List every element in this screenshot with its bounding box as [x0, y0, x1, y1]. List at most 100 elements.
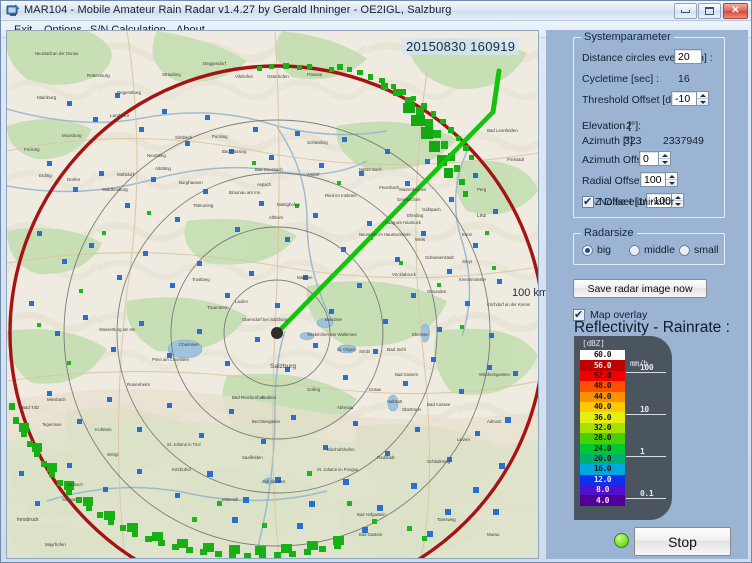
- spinner-up-icon[interactable]: [666, 173, 677, 180]
- map-place-label: Neumarkt im Hausruckkreis: [359, 232, 410, 237]
- radio-icon[interactable]: [679, 245, 690, 256]
- checkbox-icon[interactable]: [582, 196, 594, 208]
- legend-swatch: 12.0: [580, 475, 625, 485]
- legend-swatch-value: 36.0: [594, 414, 611, 422]
- map-place-label: Steyr: [462, 259, 473, 264]
- map-place-label: Landshut: [110, 113, 130, 118]
- radarsize-option-small-label: small: [694, 244, 719, 256]
- map-place-label: Altötting: [155, 166, 171, 171]
- window-title: MAR104 - Mobile Amateur Rain Radar v1.4.…: [24, 4, 451, 16]
- map-place-label: Tegernsee: [42, 422, 62, 427]
- map-place-label: Bad Tölz: [22, 405, 39, 410]
- radio-icon[interactable]: [582, 245, 593, 256]
- threshold-offset-spinner[interactable]: [697, 91, 709, 106]
- map-place-label: Simbach: [175, 135, 193, 140]
- map-place-label: Kitzbühel: [172, 467, 191, 472]
- legend-rainrate-tick-label: 10: [640, 405, 649, 414]
- legend-swatch-value: 4.0: [596, 497, 609, 505]
- legend-swatch-value: 24.0: [594, 445, 611, 453]
- map-place-label: Hallstatt: [387, 399, 403, 404]
- distance-circles-input[interactable]: 20: [674, 49, 702, 64]
- radial-offset-spinner[interactable]: [666, 172, 678, 187]
- map-place-label: Passau: [307, 72, 323, 77]
- map-place-label: Waldkraiburg: [102, 187, 128, 192]
- radarsize-option-small[interactable]: small: [679, 244, 719, 256]
- azimuth-offset-spinner[interactable]: [659, 151, 671, 166]
- map-place-label: Rottenburg: [87, 73, 110, 78]
- map-place-label: Gmunden: [427, 289, 447, 294]
- map-place-label: Kufstein: [95, 427, 112, 432]
- radar-map[interactable]: Neustadt an der DonauRottenburgMainburgL…: [7, 31, 538, 558]
- map-place-label: Waizenkirchen: [399, 187, 427, 192]
- title-bar: MAR104 - Mobile Amateur Rain Radar v1.4.…: [1, 1, 752, 21]
- radar-map-panel[interactable]: Neustadt an der DonauRottenburgMainburgL…: [6, 30, 539, 559]
- systemparameter-group: Systemparameter Distance circles every […: [573, 37, 725, 218]
- stop-button[interactable]: Stop: [634, 527, 731, 556]
- map-place-label: Strobl: [359, 349, 370, 354]
- map-place-label: St. Gilgen: [337, 347, 356, 352]
- spinner-down-icon[interactable]: [659, 159, 670, 165]
- app-icon: [6, 4, 20, 18]
- map-place-label: Radstadt: [377, 455, 395, 460]
- map-place-label: Neustadt an der Donau: [35, 51, 79, 56]
- legend-rainrate-tick-label: 100: [640, 363, 653, 372]
- radar-timestamp: 20150830 160919: [402, 38, 519, 55]
- azimuth-value: 323: [624, 135, 642, 147]
- noise-eliminator-checkbox[interactable]: Noise eliminator: [582, 196, 674, 208]
- map-place-label: Linz: [477, 213, 487, 219]
- map-place-label: Pocking: [212, 134, 228, 139]
- map-place-label: Burghausen: [179, 180, 203, 185]
- map-place-label: Andorf: [307, 172, 320, 177]
- map-place-label: Straubing: [162, 72, 181, 77]
- app-window: MAR104 - Mobile Amateur Rain Radar v1.4.…: [0, 0, 752, 563]
- radarsize-option-big[interactable]: big: [582, 244, 611, 256]
- close-button[interactable]: ✕: [723, 3, 748, 19]
- spinner-down-icon[interactable]: [697, 99, 708, 105]
- spinner-up-icon[interactable]: [659, 152, 670, 159]
- map-place-label: Hallein: [262, 395, 276, 400]
- map-place-label: Deggendorf: [203, 61, 227, 66]
- legend-swatch-value: 28.0: [594, 434, 611, 442]
- map-place-label: Wels: [415, 237, 426, 242]
- map-place-label: Neuötting: [147, 153, 166, 158]
- map-place-label: St. Johann in Tirol: [167, 442, 201, 447]
- radarsize-option-middle[interactable]: middle: [629, 244, 675, 256]
- save-radar-image-button[interactable]: Save radar image now: [573, 279, 707, 298]
- map-place-label: Freistadt: [507, 157, 525, 162]
- legend-swatch-value: 48.0: [594, 382, 611, 390]
- radarsize-group: Radarsize big middle small: [573, 233, 725, 265]
- map-place-label: Aspach: [257, 182, 272, 187]
- maximize-icon: [699, 4, 720, 18]
- spinner-up-icon[interactable]: [697, 92, 708, 99]
- map-place-label: Zell am See: [262, 479, 286, 484]
- legend-swatch-value: 44.0: [594, 393, 611, 401]
- azimuth-offset-input[interactable]: 0: [639, 151, 659, 166]
- legend-swatch-value: 56.0: [594, 362, 611, 370]
- spinner-down-icon[interactable]: [666, 180, 677, 186]
- radarsize-option-big-label: big: [597, 244, 611, 256]
- map-place-label: Innsbruck: [17, 517, 39, 523]
- reflectivity-legend: [dBZ] 60.056.052.048.044.040.036.032.028…: [574, 336, 672, 520]
- map-place-label: Ebensee: [412, 332, 429, 337]
- legend-swatch-value: 20.0: [594, 455, 611, 463]
- map-place-label: Bischofshofen: [327, 447, 355, 452]
- radial-offset-input[interactable]: 100: [640, 172, 666, 187]
- map-place-label: St. Johann im Pongau: [317, 467, 359, 472]
- map-place-label: Salzburg: [270, 363, 296, 370]
- minimize-button[interactable]: [674, 3, 697, 19]
- radio-icon[interactable]: [629, 245, 640, 256]
- map-place-label: Tittmoning: [193, 203, 214, 208]
- legend-swatch: 44.0: [580, 392, 625, 402]
- map-place-label: Jenbach: [67, 482, 84, 487]
- map-place-label: Regensburg: [117, 90, 141, 95]
- maximize-button[interactable]: [698, 3, 721, 19]
- threshold-offset-input[interactable]: -10: [671, 91, 697, 106]
- map-place-label: Schladming: [427, 459, 450, 464]
- map-place-label: Mattsee: [297, 275, 313, 280]
- legend-swatches: 60.056.052.048.044.040.036.032.028.024.0…: [580, 350, 625, 506]
- map-place-label: Osterhofen: [267, 74, 289, 79]
- legend-swatch: 52.0: [580, 371, 625, 381]
- legend-swatch: 48.0: [580, 381, 625, 391]
- map-place-label: Mattighofen: [277, 202, 301, 207]
- legend-rainrate-tick-label: 1: [640, 447, 644, 456]
